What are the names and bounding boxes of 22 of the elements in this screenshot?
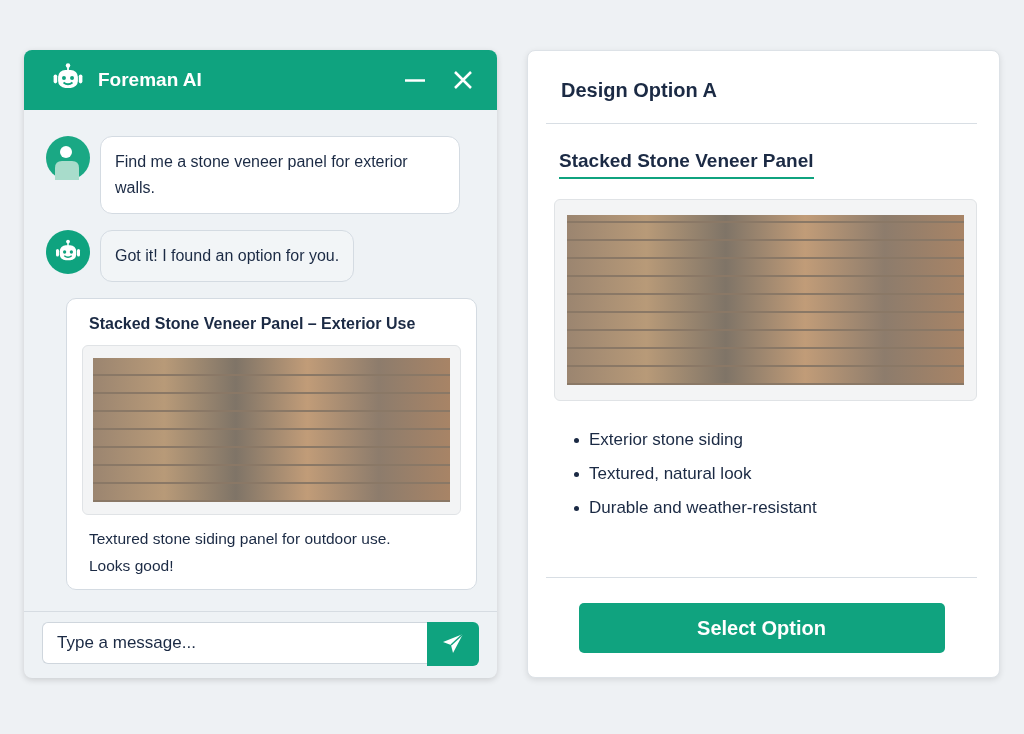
bullet-icon xyxy=(574,437,579,443)
product-title: Stacked Stone Veneer Panel – Exterior Use xyxy=(89,315,417,333)
user-avatar xyxy=(46,136,90,180)
close-button[interactable] xyxy=(453,70,473,90)
bullet-icon xyxy=(574,505,579,511)
bot-message: Got it! I found an option for you. xyxy=(100,230,355,282)
send-button[interactable] xyxy=(427,622,479,666)
feature-text: Exterior stone siding xyxy=(589,429,744,451)
message-input[interactable]: Type a message... xyxy=(42,622,427,664)
select-option-button[interactable]: Select Option xyxy=(578,603,945,653)
minimize-button[interactable] xyxy=(405,78,425,82)
window-title: Foreman AI xyxy=(98,69,203,91)
bot-avatar xyxy=(46,230,90,274)
card-title: Design Option A xyxy=(560,78,718,103)
feature-text: Textured, natural look xyxy=(589,463,752,485)
minimize-icon xyxy=(405,78,425,82)
product-name: Stacked Stone Veneer Panel xyxy=(559,150,814,179)
user-message: Find me a stone veneer panel for exterior walls. xyxy=(100,136,460,214)
product-description: Textured stone siding panel for outdoor use. Looks good! xyxy=(89,529,392,576)
bullet-icon xyxy=(574,471,579,477)
feature-text: Durable and weather-resistant xyxy=(589,497,817,519)
close-icon xyxy=(453,70,473,90)
